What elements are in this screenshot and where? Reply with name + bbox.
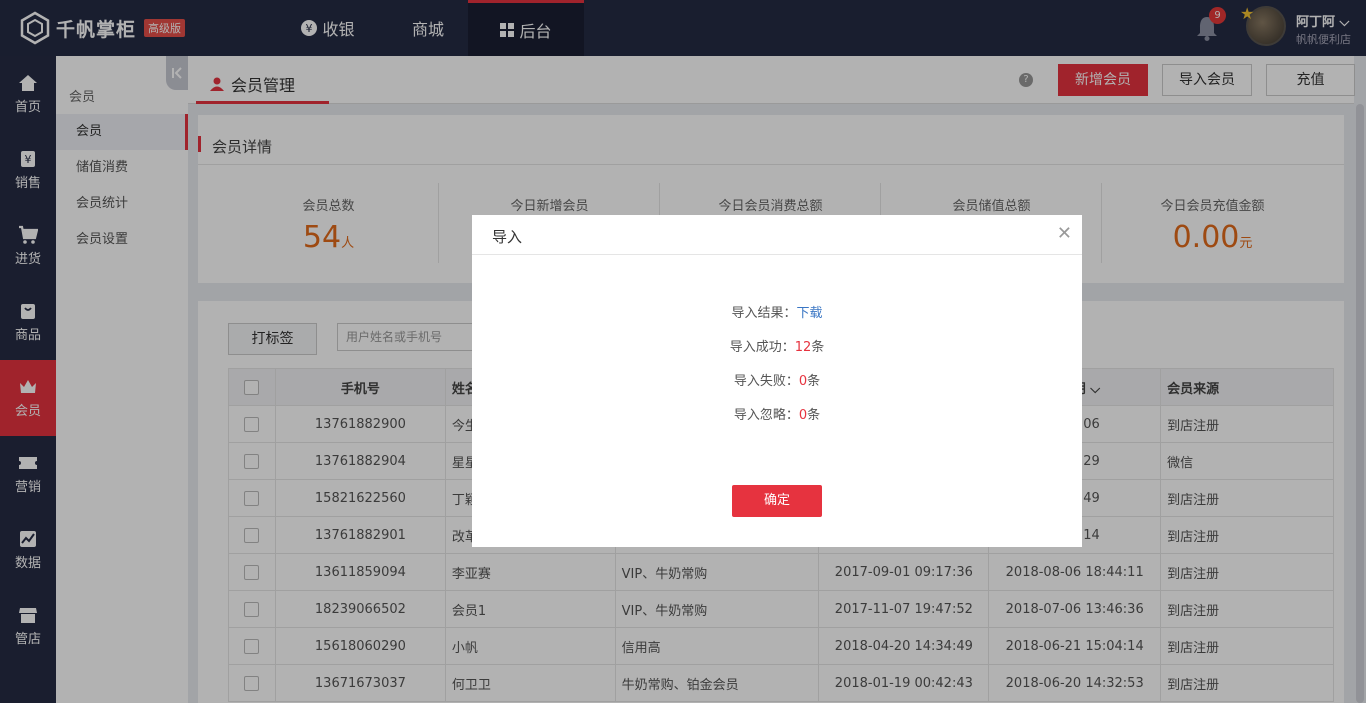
import-ignore-row: 导入忽略：0条 <box>472 404 1082 423</box>
unit-label: 条 <box>811 340 825 355</box>
modal-title: 导入 <box>492 228 523 246</box>
import-success-row: 导入成功：12条 <box>472 336 1082 355</box>
import-result-row: 导入结果：下载 <box>472 302 1082 321</box>
ignore-label: 导入忽略： <box>733 408 799 423</box>
modal-header: 导入 ✕ <box>472 215 1082 255</box>
fail-count: 0 <box>798 374 808 389</box>
download-link[interactable]: 下载 <box>797 306 823 321</box>
ignore-count: 0 <box>798 408 808 423</box>
result-label: 导入结果： <box>731 306 797 321</box>
success-count: 12 <box>794 340 812 355</box>
fail-label: 导入失败： <box>733 374 799 389</box>
import-fail-row: 导入失败：0条 <box>472 370 1082 389</box>
success-label: 导入成功： <box>729 340 795 355</box>
import-modal: 导入 ✕ 导入结果：下载 导入成功：12条 导入失败：0条 导入忽略：0条 确定 <box>472 215 1082 547</box>
close-icon[interactable]: ✕ <box>1057 223 1072 244</box>
unit-label: 条 <box>807 374 821 389</box>
unit-label: 条 <box>807 408 821 423</box>
confirm-button[interactable]: 确定 <box>732 485 822 517</box>
